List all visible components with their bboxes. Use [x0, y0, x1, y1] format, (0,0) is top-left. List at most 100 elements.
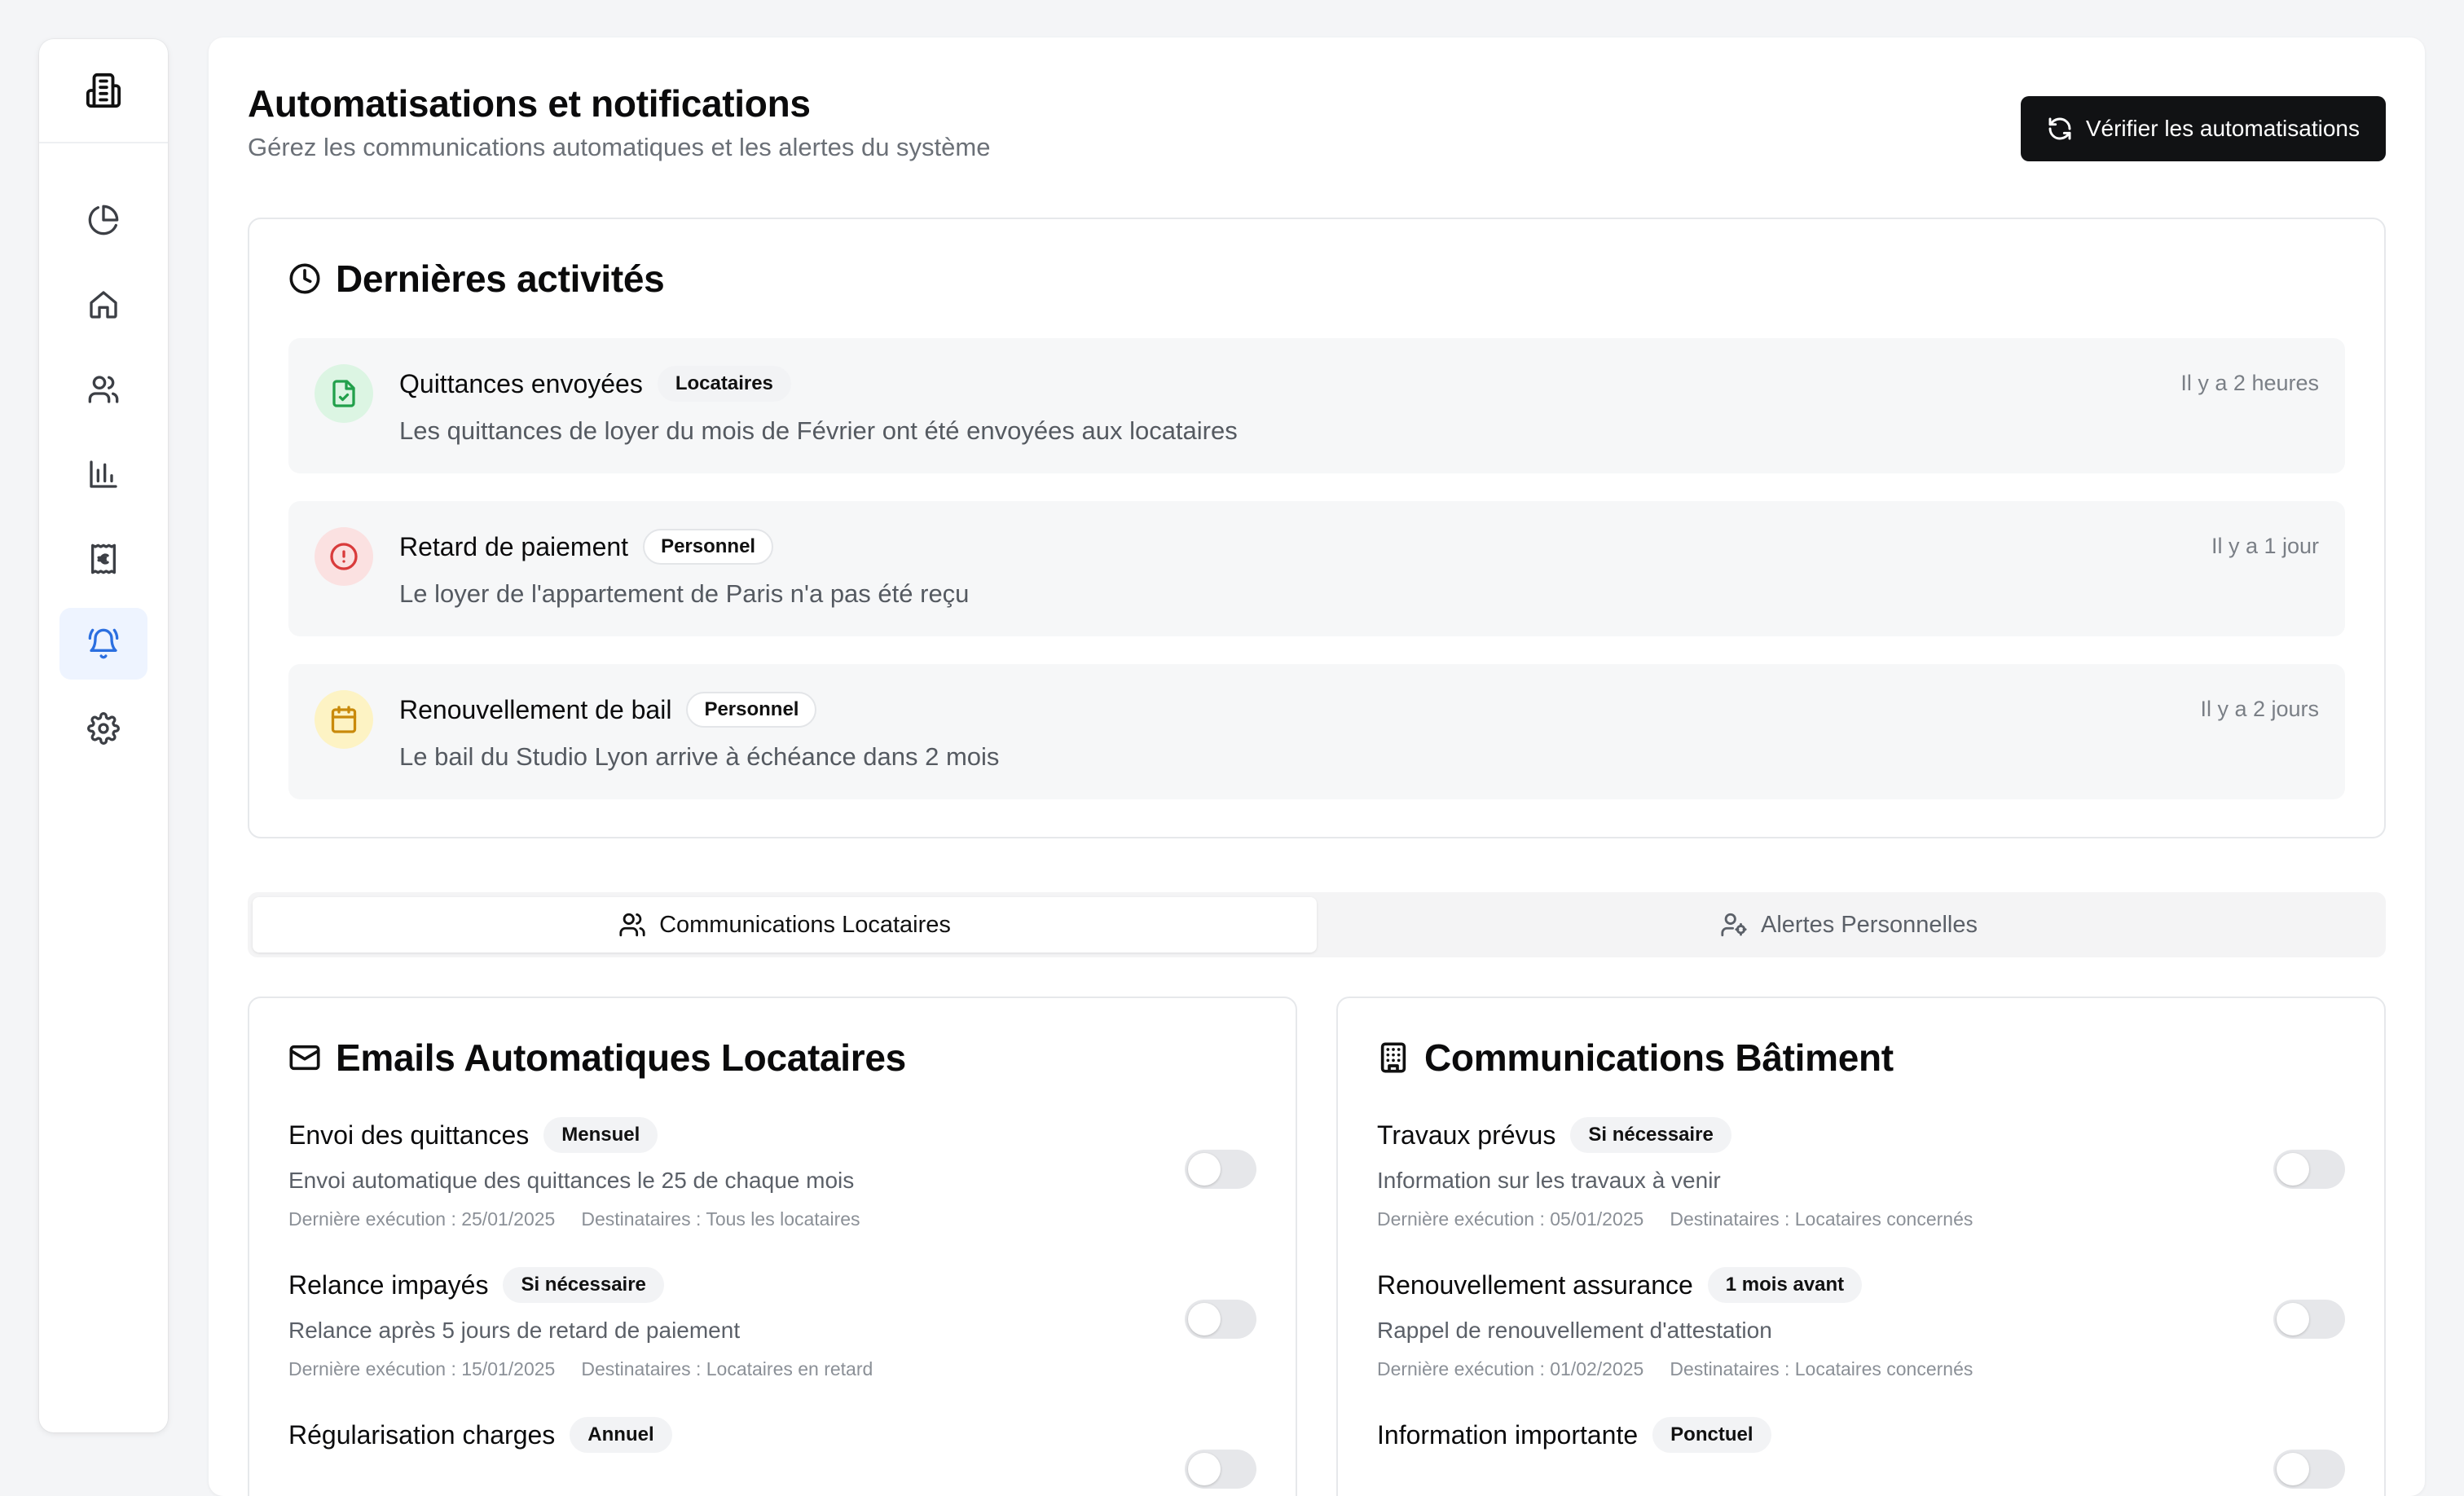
rule-list: Envoi des quittances Mensuel Envoi autom… [288, 1117, 1256, 1496]
activity-title: Quittances envoyées [399, 368, 643, 398]
tab-tenant-communications[interactable]: Communications Locataires [253, 897, 1317, 953]
page-header: Automatisations et notifications Gérez l… [248, 81, 2386, 162]
panel-title-label: Emails Automatiques Locataires [336, 1036, 906, 1080]
rule-list: Travaux prévus Si nécessaire Information… [1377, 1117, 2345, 1496]
tab-label: Communications Locataires [659, 911, 951, 938]
home-icon [90, 291, 117, 319]
users-icon [619, 913, 645, 937]
rule-toggle[interactable] [2273, 1150, 2345, 1190]
rule-meta: Dernière exécution : 25/01/2025 Destinat… [288, 1208, 1256, 1230]
rule-toggle[interactable] [1185, 1150, 1256, 1190]
rule-frequency-badge: Si nécessaire [503, 1267, 664, 1304]
file-check-icon [332, 380, 355, 407]
activity-badge: Personnel [643, 529, 774, 565]
panel-title-label: Communications Bâtiment [1424, 1036, 1894, 1080]
communications-grid: Emails Automatiques Locataires Envoi des… [248, 997, 2386, 1496]
sidebar-item-dashboard[interactable] [59, 184, 147, 256]
check-automations-button[interactable]: Vérifier les automatisations [2020, 96, 2386, 161]
communication-tabs: Communications Locataires Alertes Person… [248, 892, 2386, 958]
activity-time: Il y a 1 jour [2211, 534, 2319, 559]
rule-frequency-badge: 1 mois avant [1707, 1267, 1863, 1304]
activity-time: Il y a 2 heures [2180, 371, 2319, 396]
activity-description: Le bail du Studio Lyon arrive à échéance… [399, 742, 1000, 772]
sidebar-item-settings[interactable] [59, 693, 147, 764]
user-cog-icon [1721, 913, 1747, 937]
rule-toggle[interactable] [1185, 1300, 1256, 1340]
rule-description: Rappel de renouvellement d'attestation [1377, 1318, 1772, 1344]
sidebar-item-reports[interactable] [59, 438, 147, 510]
activity-description: Le loyer de l'appartement de Paris n'a p… [399, 579, 970, 609]
activity-icon-wrapper [315, 527, 373, 587]
refresh-icon [2048, 117, 2071, 140]
automation-rule: Travaux prévus Si nécessaire Information… [1377, 1117, 2345, 1231]
rule-frequency-badge: Mensuel [543, 1117, 658, 1154]
rule-description: Envoi automatique des quittances le 25 d… [288, 1168, 855, 1194]
recent-activities-title: Dernières activités [288, 257, 2345, 301]
alert-circle-icon [330, 543, 358, 570]
rule-frequency-badge: Si nécessaire [1570, 1117, 1731, 1154]
users-icon [88, 376, 119, 403]
gear-icon [87, 712, 120, 745]
rule-recipients: Destinataires : Locataires en retard [581, 1358, 873, 1380]
automation-rule: Envoi des quittances Mensuel Envoi autom… [288, 1117, 1256, 1231]
activity-title: Retard de paiement [399, 531, 629, 561]
page-subtitle: Gérez les communications automatiques et… [248, 133, 991, 162]
rule-title: Régularisation charges [288, 1419, 556, 1450]
tab-label: Alertes Personnelles [1761, 911, 1978, 938]
activity-icon-wrapper [315, 690, 373, 750]
rule-last-run: Dernière exécution : 25/01/2025 [288, 1208, 556, 1230]
building-icon [86, 73, 121, 108]
building-icon [1380, 1042, 1406, 1073]
sidebar-item-notifications[interactable] [59, 608, 147, 680]
euro-receipt-icon [91, 543, 116, 574]
rule-toggle[interactable] [1185, 1450, 1256, 1489]
activity-list: Quittances envoyées Locataires Les quitt… [288, 338, 2345, 800]
pie-chart-icon [88, 205, 119, 235]
sidebar-nav [39, 143, 168, 764]
rule-recipients: Destinataires : Locataires concernés [1670, 1358, 1973, 1380]
page-title: Automatisations et notifications [248, 82, 811, 125]
rule-toggle[interactable] [2273, 1300, 2345, 1340]
activity-item[interactable]: Renouvellement de bail Personnel Le bail… [288, 664, 2345, 800]
rule-meta: Dernière exécution : 05/01/2025 Destinat… [1377, 1208, 2345, 1230]
tab-personal-alerts[interactable]: Alertes Personnelles [1317, 897, 2381, 953]
sidebar-item-tenants[interactable] [59, 354, 147, 425]
clock-icon [289, 263, 320, 294]
rule-meta: Dernière exécution : 01/02/2025 Destinat… [1377, 1358, 2345, 1380]
rule-frequency-badge: Annuel [570, 1417, 672, 1454]
panel-title: Emails Automatiques Locataires [288, 1036, 1256, 1080]
automation-rule: Renouvellement assurance 1 mois avant Ra… [1377, 1267, 2345, 1381]
activity-icon-wrapper [315, 364, 373, 424]
activity-time: Il y a 2 jours [2200, 697, 2319, 722]
rule-last-run: Dernière exécution : 15/01/2025 [288, 1358, 556, 1380]
recent-activities-card: Dernières activités Quittances envoyées … [248, 218, 2386, 839]
activity-description: Les quittances de loyer du mois de Févri… [399, 416, 1238, 446]
building-communications-panel: Communications Bâtiment Travaux prévus S… [1336, 997, 2386, 1496]
rule-last-run: Dernière exécution : 01/02/2025 [1377, 1358, 1644, 1380]
rule-description: Information sur les travaux à venir [1377, 1168, 1721, 1194]
recent-activities-label: Dernières activités [336, 257, 665, 301]
sidebar-logo[interactable] [39, 39, 168, 143]
rule-title: Relance impayés [288, 1269, 489, 1300]
rule-toggle[interactable] [2273, 1450, 2345, 1489]
rule-recipients: Destinataires : Tous les locataires [581, 1208, 860, 1230]
tenant-emails-panel: Emails Automatiques Locataires Envoi des… [248, 997, 1297, 1496]
main-content: Automatisations et notifications Gérez l… [209, 37, 2425, 1496]
sidebar-item-properties[interactable] [59, 269, 147, 341]
activity-item[interactable]: Retard de paiement Personnel Le loyer de… [288, 501, 2345, 637]
mail-icon [289, 1045, 320, 1071]
activity-item[interactable]: Quittances envoyées Locataires Les quitt… [288, 338, 2345, 474]
rule-last-run: Dernière exécution : 05/01/2025 [1377, 1208, 1644, 1230]
calendar-icon [331, 706, 357, 733]
panel-title: Communications Bâtiment [1377, 1036, 2345, 1080]
rule-recipients: Destinataires : Locataires concernés [1670, 1208, 1973, 1230]
rule-title: Information importante [1377, 1419, 1639, 1450]
rule-title: Renouvellement assurance [1377, 1269, 1693, 1300]
sidebar-item-finance[interactable] [59, 523, 147, 595]
activity-badge: Personnel [686, 692, 817, 728]
rule-title: Envoi des quittances [288, 1120, 530, 1150]
automation-rule: Régularisation charges Annuel [288, 1417, 1256, 1496]
sidebar [39, 39, 168, 1432]
bell-ring-icon [88, 628, 119, 659]
rule-description: Relance après 5 jours de retard de paiem… [288, 1318, 741, 1344]
